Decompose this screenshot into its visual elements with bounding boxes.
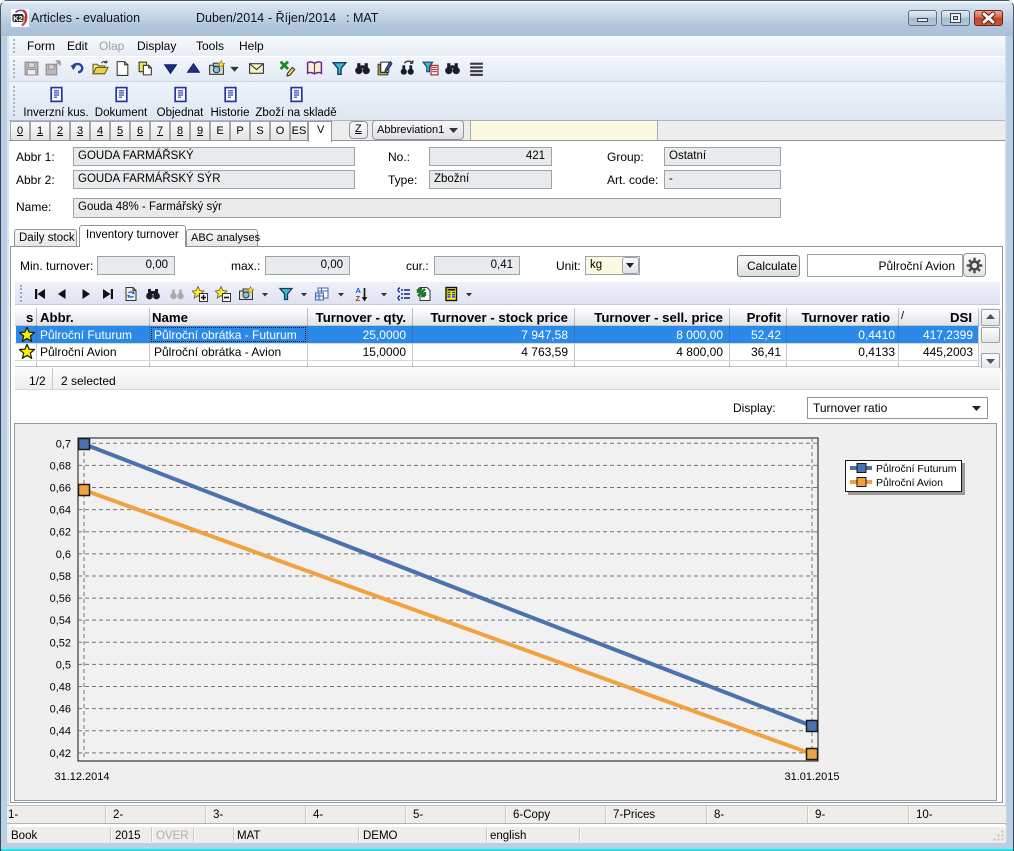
svg-text:0,54: 0,54 xyxy=(50,615,71,627)
svg-text:0,62: 0,62 xyxy=(50,527,71,539)
svg-text:0,44: 0,44 xyxy=(50,726,71,738)
svg-text:K2: K2 xyxy=(13,14,23,23)
svg-text:0,52: 0,52 xyxy=(50,637,71,649)
svg-text:0,48: 0,48 xyxy=(50,682,71,694)
svg-text:Půlroční Futurum: Půlroční Futurum xyxy=(876,463,957,475)
svg-text:0,68: 0,68 xyxy=(50,460,71,472)
svg-text:0,46: 0,46 xyxy=(50,704,71,716)
svg-text:0,42: 0,42 xyxy=(50,748,71,760)
svg-text:31.01.2015: 31.01.2015 xyxy=(784,771,839,783)
svg-text:Půlroční Avion: Půlroční Avion xyxy=(876,477,943,489)
svg-text:0,66: 0,66 xyxy=(50,483,71,495)
svg-text:31.12.2014: 31.12.2014 xyxy=(54,771,109,783)
svg-text:Z: Z xyxy=(356,294,361,302)
svg-text:0,56: 0,56 xyxy=(50,593,71,605)
svg-text:0,6: 0,6 xyxy=(56,549,71,561)
svg-text:0,7: 0,7 xyxy=(56,438,71,450)
svg-text:0,5: 0,5 xyxy=(56,659,71,671)
svg-text:0,58: 0,58 xyxy=(50,571,71,583)
svg-text:0,64: 0,64 xyxy=(50,505,71,517)
